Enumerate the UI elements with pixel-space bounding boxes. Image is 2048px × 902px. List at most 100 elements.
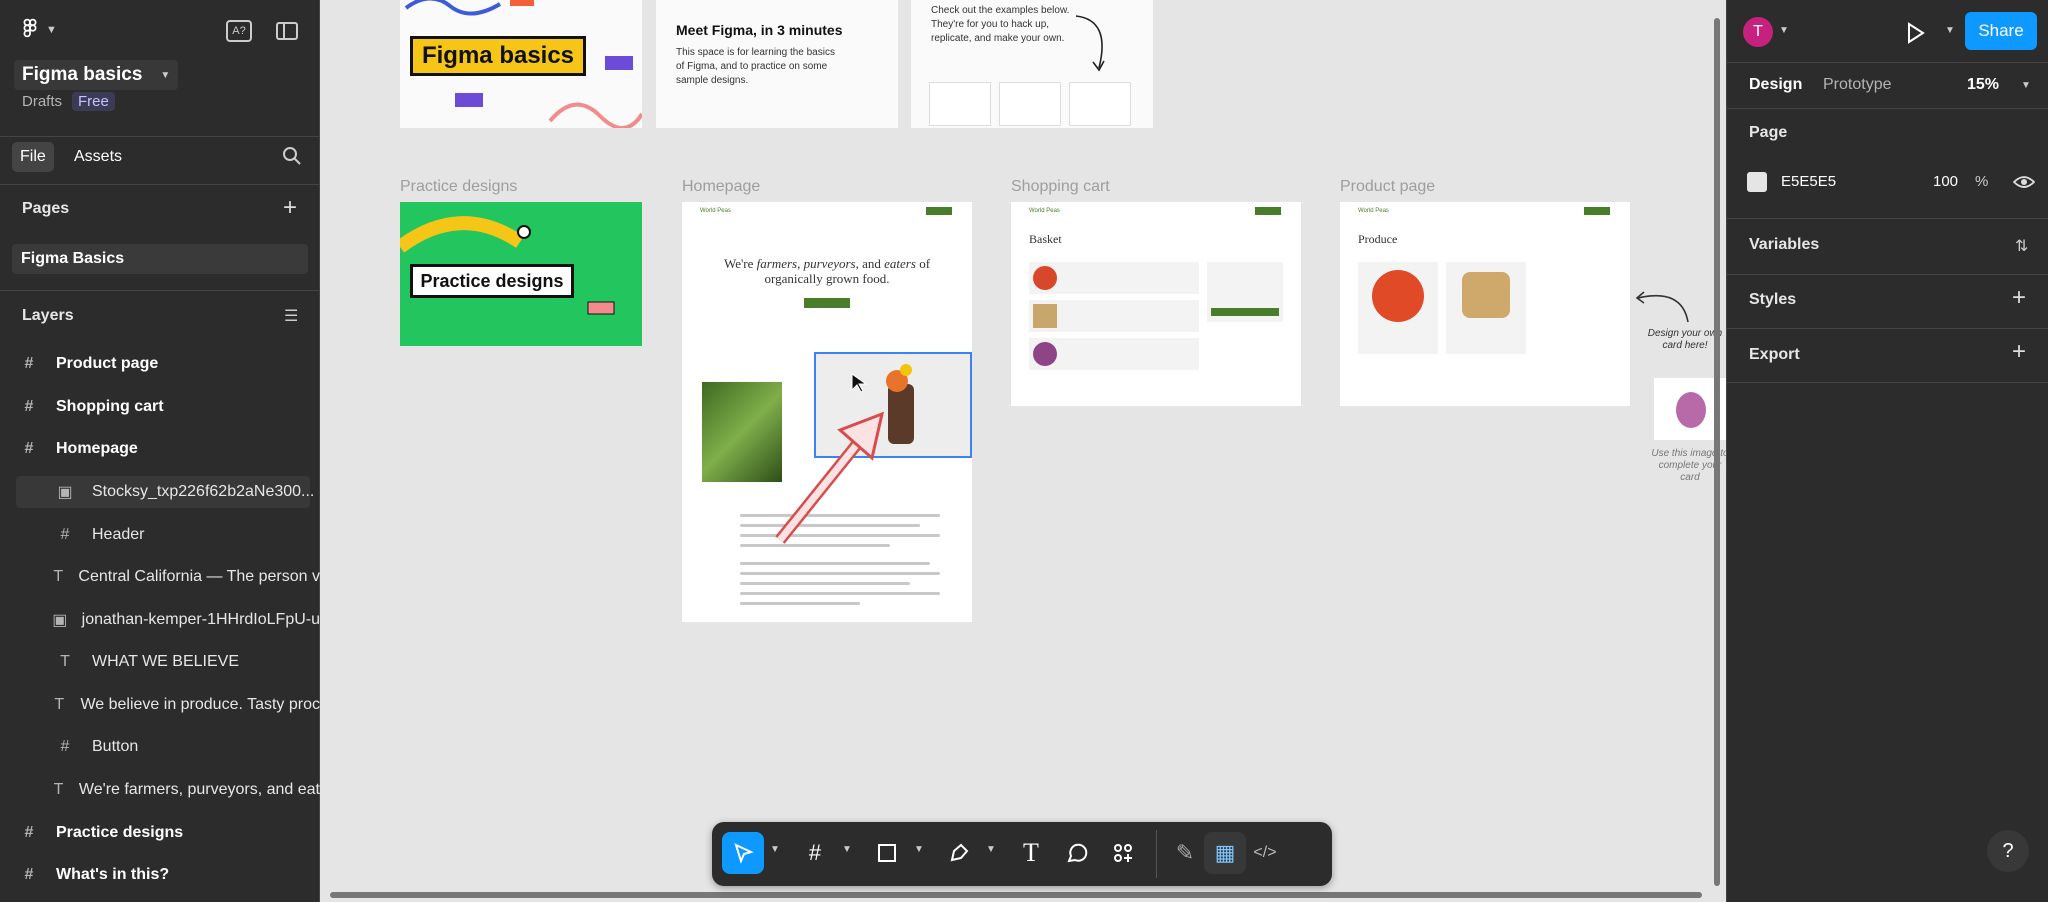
dev-mode-tool[interactable]: </>	[1244, 832, 1286, 874]
layer-whats-in-this[interactable]: # What's in this?	[16, 856, 316, 894]
horizontal-scrollbar[interactable]	[330, 892, 1702, 898]
layer-label: Button	[92, 738, 139, 755]
examples-body: Check out the examples below. They're fo…	[931, 5, 1070, 44]
vegetable-figure	[900, 364, 912, 376]
figma-basics-sticker[interactable]: Figma basics	[410, 36, 586, 76]
frame-icon: #	[24, 398, 34, 415]
eye-icon[interactable]	[2013, 174, 2035, 190]
figma-menu-button[interactable]: ▼	[20, 18, 57, 42]
practice-designs-frame[interactable]: Practice designs	[400, 202, 642, 346]
ai-actions-icon[interactable]: A?	[226, 20, 252, 42]
percent-sign: %	[1975, 173, 1989, 190]
chevron-down-icon[interactable]: ▼	[914, 844, 924, 855]
page-opacity-value[interactable]: 100	[1933, 172, 1958, 192]
figma-basics-card[interactable]: Figma basics	[400, 0, 642, 128]
text-line	[740, 562, 930, 565]
order-summary	[1207, 262, 1283, 322]
export-title[interactable]: Export	[1749, 346, 1800, 364]
move-tool[interactable]	[722, 832, 764, 874]
add-export-icon[interactable]: +	[2012, 338, 2026, 366]
comment-tool[interactable]	[1056, 832, 1098, 874]
tab-prototype[interactable]: Prototype	[1823, 70, 1891, 100]
meet-figma-card[interactable]: Meet Figma, in 3 minutes This space is f…	[656, 0, 898, 128]
frame-label-cart[interactable]: Shopping cart	[1011, 178, 1110, 196]
draw-tool[interactable]: ✎	[1164, 832, 1206, 874]
chevron-down-icon[interactable]: ▼	[1779, 25, 1789, 36]
product-page-frame[interactable]: World Peas Produce	[1340, 202, 1630, 406]
tab-design[interactable]: Design	[1749, 70, 1802, 100]
tab-file[interactable]: File	[12, 142, 54, 172]
styles-title[interactable]: Styles	[1749, 291, 1796, 309]
layer-farmers-text[interactable]: T We're farmers, purveyors, and eat	[52, 771, 320, 809]
zoom-level[interactable]: 15%	[1967, 70, 1999, 100]
frame-label-practice[interactable]: Practice designs	[400, 178, 517, 196]
canvas[interactable]: Figma basics Meet Figma, in 3 minutes Th…	[320, 0, 1726, 902]
layer-stocksy-image[interactable]: ▣ Stocksy_txp226f62b2aNe300...	[52, 473, 352, 511]
collapse-layers-icon[interactable]: ☰	[284, 306, 298, 326]
search-icon[interactable]	[282, 146, 302, 166]
divider	[0, 136, 320, 137]
variables-title[interactable]: Variables	[1749, 236, 1819, 254]
divider	[1727, 274, 2048, 275]
examples-card[interactable]: Check out the examples below. They're fo…	[911, 0, 1153, 128]
cursor-arrow-icon	[734, 843, 754, 864]
brand-logo: World Peas	[700, 208, 731, 214]
layer-header[interactable]: # Header	[52, 516, 352, 554]
text-icon: T	[54, 696, 65, 713]
help-button[interactable]: ?	[1987, 830, 2029, 872]
shape-tool[interactable]	[866, 832, 908, 874]
layer-practice-designs[interactable]: # Practice designs	[16, 814, 316, 852]
avatar[interactable]: T	[1743, 17, 1773, 47]
page-color-swatch[interactable]	[1747, 172, 1767, 192]
layer-shopping-cart[interactable]: # Shopping cart	[16, 388, 316, 426]
design-mode-tool[interactable]: ▦	[1204, 832, 1246, 874]
file-name-button[interactable]: Figma basics ▼	[14, 60, 179, 90]
ginger-image	[1462, 272, 1510, 318]
tab-assets[interactable]: Assets	[72, 142, 124, 172]
chevron-down-icon[interactable]: ▼	[842, 844, 852, 855]
pen-tool[interactable]	[938, 832, 980, 874]
play-icon[interactable]	[1905, 22, 1925, 44]
layer-central-california-text[interactable]: T Central California — The person v	[52, 558, 320, 596]
chevron-down-icon[interactable]: ▼	[1945, 25, 1955, 36]
shopping-cart-frame[interactable]: World Peas Basket	[1011, 202, 1301, 406]
frame-tool[interactable]: #	[794, 832, 836, 874]
tomato-image	[1372, 270, 1424, 322]
actions-tool[interactable]	[1102, 832, 1144, 874]
tomato-thumb	[1033, 266, 1057, 290]
cart-item	[1029, 262, 1199, 294]
frame-icon: #	[24, 440, 34, 457]
sidebar-toggle-icon[interactable]	[276, 22, 298, 40]
headline-part: purveyors	[803, 256, 856, 271]
add-page-icon[interactable]: +	[283, 194, 297, 222]
product-title: Produce	[1358, 232, 1398, 246]
homepage-headline: We're farmers, purveyors, and eaters of …	[722, 256, 932, 286]
chevron-down-icon[interactable]: ▼	[986, 844, 996, 855]
design-mode-icon: ▦	[1214, 840, 1236, 865]
page-color-value[interactable]: E5E5E5	[1781, 172, 1836, 192]
divider	[1156, 830, 1157, 878]
variables-icon[interactable]: ⇅	[2015, 236, 2028, 256]
brand-logo: World Peas	[1029, 208, 1060, 214]
page-item-figma-basics[interactable]: Figma Basics	[12, 244, 308, 274]
headline-part: We're	[723, 256, 757, 271]
chevron-down-icon[interactable]: ▼	[770, 844, 780, 855]
text-tool[interactable]: T	[1010, 832, 1052, 874]
layer-we-believe-text[interactable]: T We believe in produce. Tasty proc	[52, 686, 320, 724]
share-button[interactable]: Share	[1965, 12, 2037, 50]
frame-label-homepage[interactable]: Homepage	[682, 178, 760, 196]
vertical-scrollbar[interactable]	[1714, 18, 1720, 886]
text-line	[740, 592, 940, 595]
add-style-icon[interactable]: +	[2012, 284, 2026, 312]
layer-button[interactable]: # Button	[52, 728, 352, 766]
layer-label: jonathan-kemper-1HHrdIoLFpU-u	[81, 611, 320, 628]
layer-jonathan-kemper-image[interactable]: ▣ jonathan-kemper-1HHrdIoLFpU-u	[52, 601, 320, 639]
text-icon: T	[53, 568, 64, 585]
layer-product-page[interactable]: # Product page	[16, 345, 316, 383]
file-location[interactable]: Drafts	[22, 93, 62, 110]
chevron-down-icon[interactable]: ▼	[2021, 80, 2031, 91]
frame-label-product[interactable]: Product page	[1340, 178, 1435, 196]
layer-what-we-believe[interactable]: T WHAT WE BELIEVE	[52, 643, 352, 681]
layer-homepage[interactable]: # Homepage	[16, 430, 316, 468]
practice-designs-sticker[interactable]: Practice designs	[410, 264, 574, 298]
